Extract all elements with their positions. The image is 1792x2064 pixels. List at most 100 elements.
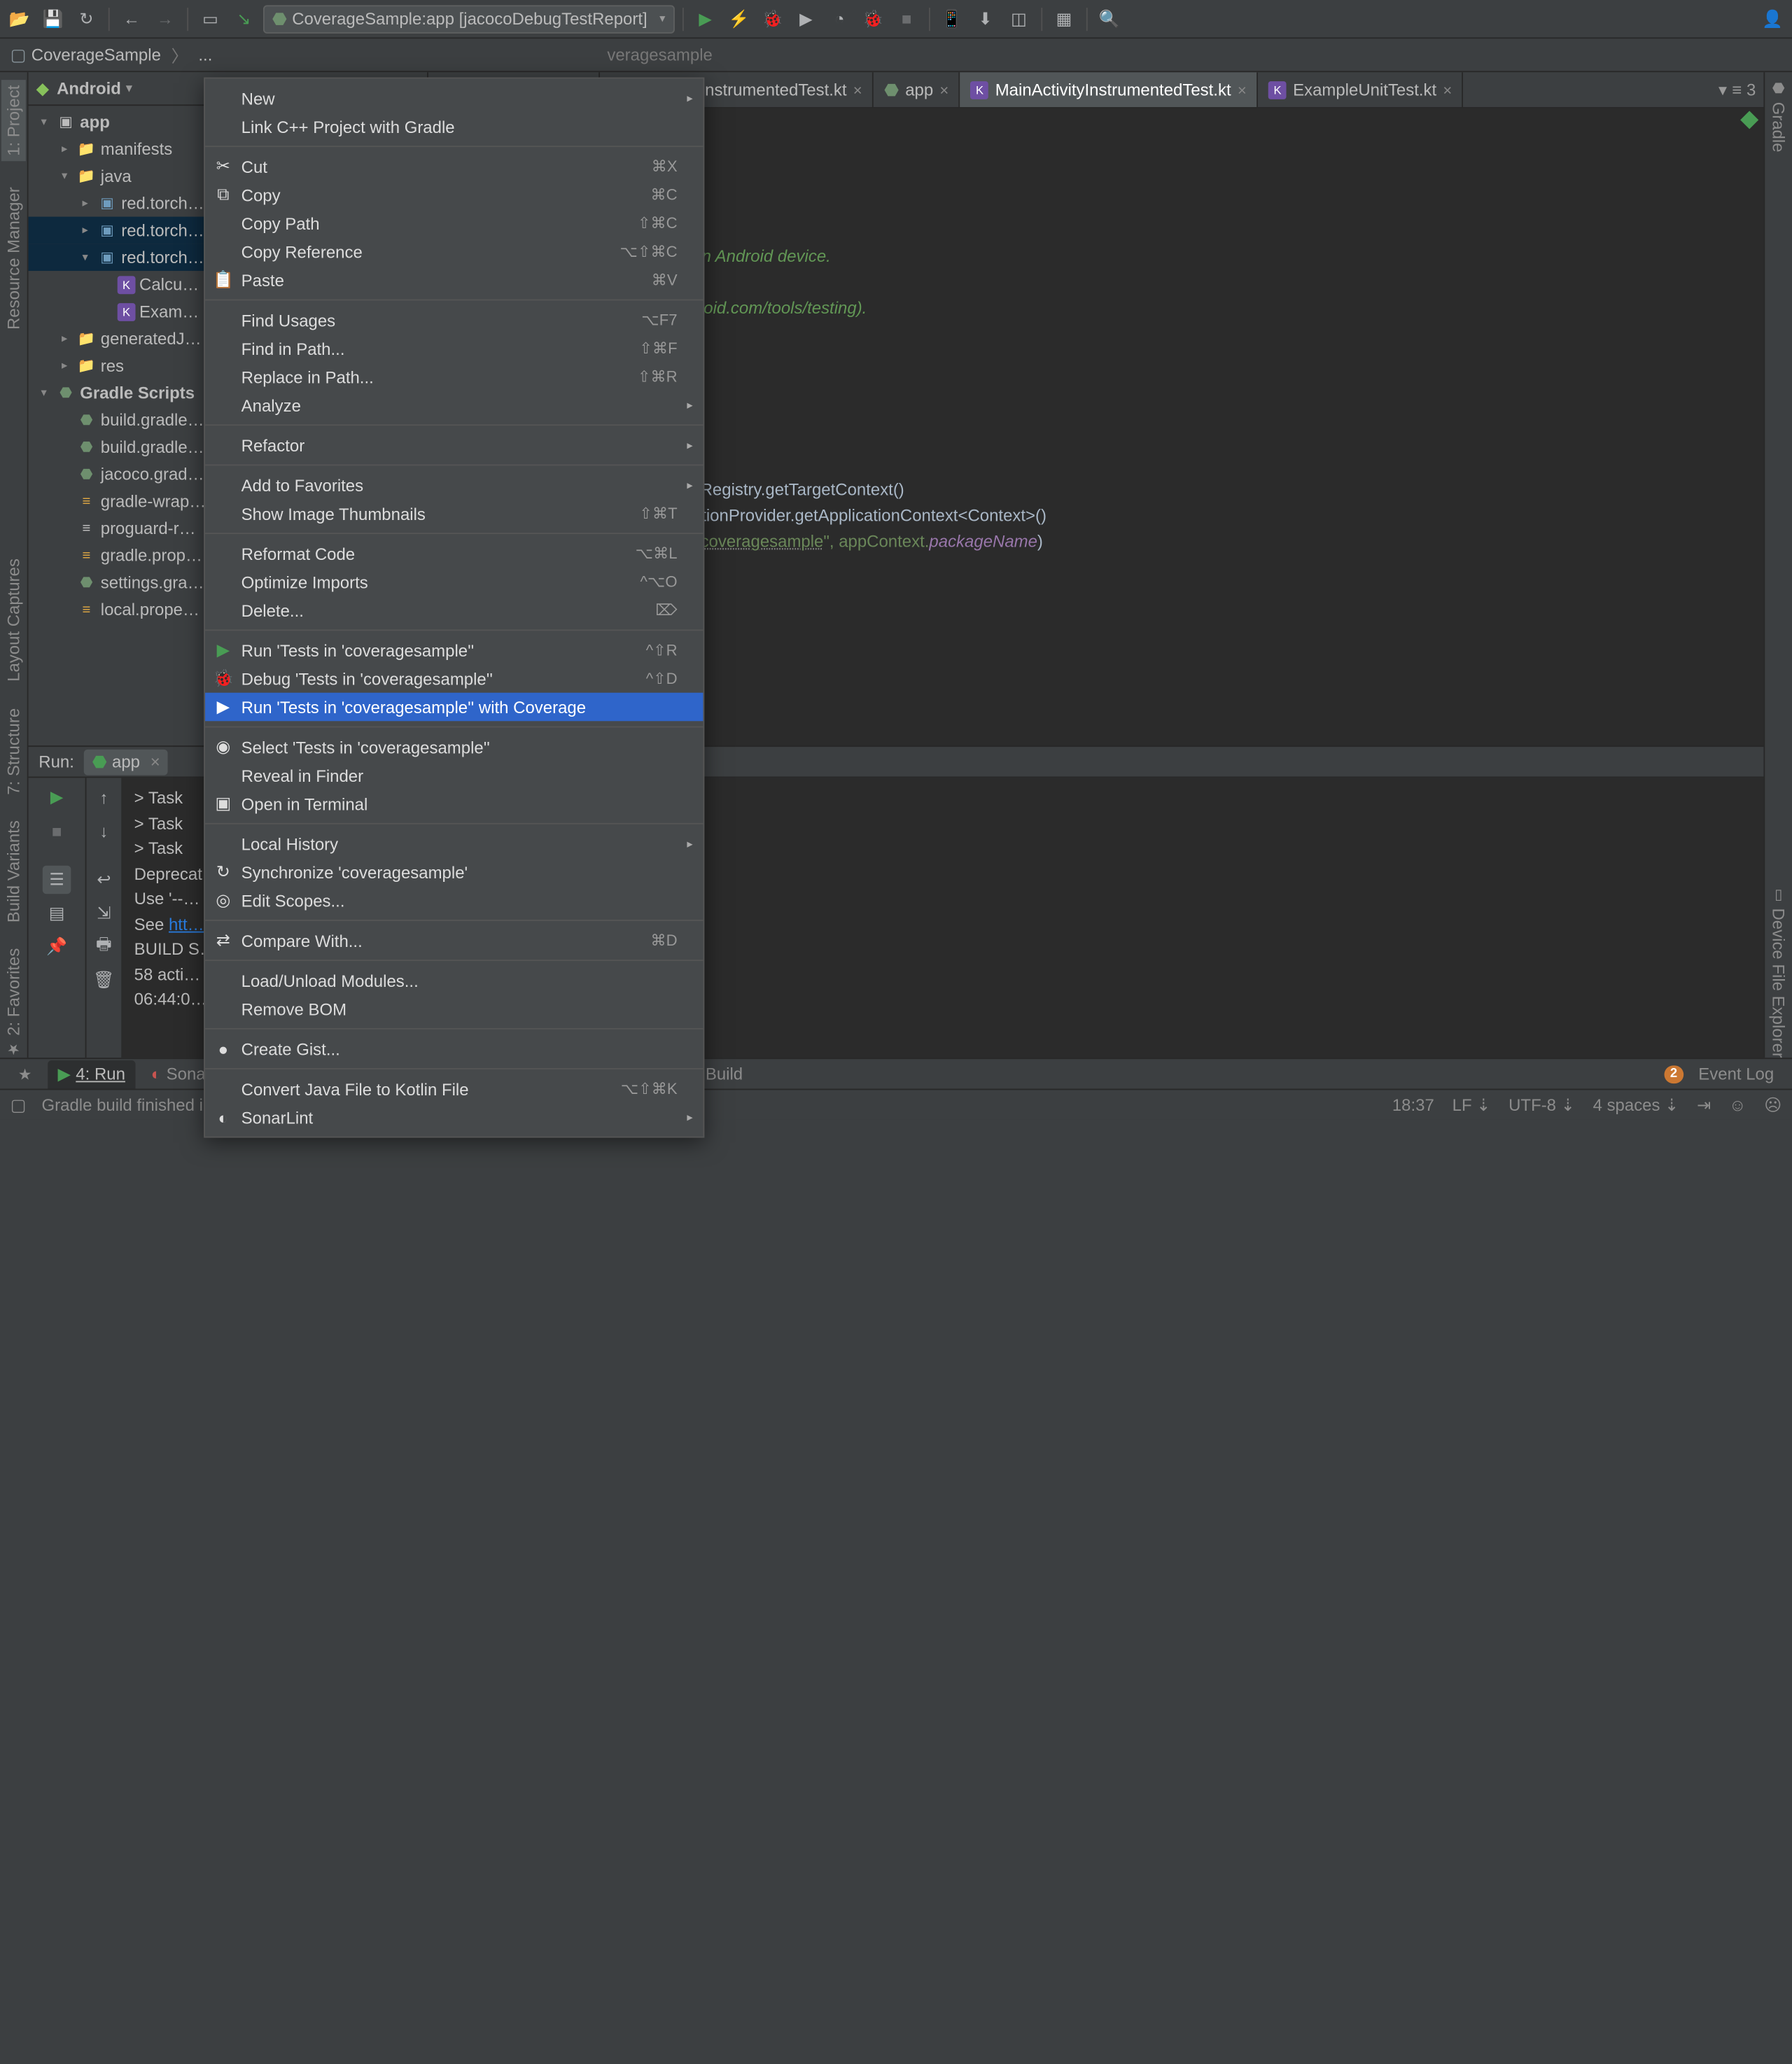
breadcrumb-more[interactable]: ...	[193, 43, 218, 67]
menu-item[interactable]: Remove BOM	[205, 995, 703, 1023]
print-icon[interactable]: 🖶	[90, 933, 118, 962]
editor-tab[interactable]: ⬣app×	[874, 72, 960, 107]
menu-item[interactable]: ⇄Compare With...⌘D	[205, 926, 703, 955]
gradle-tool-button[interactable]: ⬣ Gradle	[1769, 80, 1788, 152]
clear-icon[interactable]: 🗑	[90, 966, 118, 995]
menu-item-icon: ●	[213, 1039, 233, 1059]
stop-icon[interactable]: ■	[892, 4, 921, 33]
breadcrumb-root[interactable]: ▢CoverageSample	[5, 42, 166, 68]
scroll-icon[interactable]: ⇲	[90, 899, 118, 928]
structure-tool-button[interactable]: 7: Structure	[4, 708, 24, 794]
avd-icon[interactable]: 📱	[937, 4, 966, 33]
menu-item[interactable]: Find Usages⌥F7	[205, 306, 703, 335]
apply-changes-icon[interactable]: ⚡	[724, 4, 753, 33]
menu-item[interactable]: Copy Reference⌥⇧⌘C	[205, 237, 703, 266]
main-toolbar: 📂 💾 ↻ ← → ▭ ↘ ⬣ CoverageSample:app [jaco…	[0, 0, 1792, 38]
menu-item[interactable]: Optimize Imports^⌥O	[205, 568, 703, 596]
forward-icon[interactable]: →	[151, 4, 180, 33]
menu-item[interactable]: ↻Synchronize 'coveragesample'	[205, 858, 703, 887]
tab-list-icon[interactable]: ≡ 3	[1732, 80, 1756, 99]
menu-item-label: Paste	[241, 270, 284, 290]
menu-item[interactable]: Reformat Code⌥⌘L	[205, 539, 703, 568]
menu-item[interactable]: ▶Run 'Tests in 'coveragesample''^⇧R	[205, 636, 703, 665]
menu-item[interactable]: Link C++ Project with Gradle	[205, 112, 703, 141]
tool-window-icon[interactable]: ▢	[10, 1095, 27, 1115]
menu-item[interactable]: Find in Path...⇧⌘F	[205, 334, 703, 363]
menu-item[interactable]: ✂Cut⌘X	[205, 152, 703, 181]
layout-icon[interactable]: ▤	[43, 899, 71, 928]
editor-tab[interactable]: KMainActivityInstrumentedTest.kt×	[960, 72, 1258, 107]
menu-item[interactable]: Add to Favorites▸	[205, 471, 703, 500]
status-encoding[interactable]: UTF-8 ⇣	[1508, 1095, 1575, 1115]
menu-item[interactable]: ⧉Copy⌘C	[205, 181, 703, 209]
menu-item[interactable]: Delete...⌦	[205, 596, 703, 624]
tab-dropdown-icon[interactable]: ▾	[1718, 79, 1727, 99]
device-explorer-tool-button[interactable]: ▯ Device File Explorer	[1769, 886, 1788, 1058]
menu-item[interactable]: Reveal in Finder	[205, 761, 703, 789]
up-icon[interactable]: ↑	[90, 783, 118, 812]
sync-icon[interactable]: ↻	[72, 4, 101, 33]
structure-icon[interactable]: ▦	[1050, 4, 1079, 33]
pin-icon[interactable]: 📌	[43, 933, 71, 962]
sdk-icon[interactable]: ⬇	[971, 4, 1000, 33]
rerun-icon[interactable]: ▶	[43, 783, 71, 812]
close-run-tab-icon[interactable]: ×	[150, 752, 160, 771]
attach-icon[interactable]: 🐞	[859, 4, 888, 33]
face-warn-icon[interactable]: ☹	[1764, 1095, 1782, 1115]
build-icon[interactable]: ▭	[196, 4, 225, 33]
menu-item[interactable]: Refactor▸	[205, 431, 703, 460]
build-variants-tool-button[interactable]: Build Variants	[4, 820, 24, 922]
make-icon[interactable]: ↘	[230, 4, 258, 33]
resource-manager-tool-button[interactable]: Resource Manager	[4, 187, 24, 330]
face-ok-icon[interactable]: ☺	[1729, 1095, 1746, 1115]
soft-wrap-icon[interactable]: ↩	[90, 866, 118, 894]
menu-item[interactable]: ◎Edit Scopes...	[205, 886, 703, 915]
layout-icon[interactable]: ◫	[1004, 4, 1033, 33]
menu-item[interactable]: ▶Run 'Tests in 'coveragesample'' with Co…	[205, 693, 703, 722]
menu-item[interactable]: Local History▸	[205, 829, 703, 858]
favorite-star-icon[interactable]: ★	[8, 1061, 42, 1087]
coverage-icon[interactable]: ▶	[792, 4, 820, 33]
search-icon[interactable]: 🔍	[1095, 4, 1124, 33]
project-view-dropdown[interactable]: Android	[57, 78, 132, 98]
favorites-tool-button[interactable]: ★ 2: Favorites	[4, 948, 24, 1058]
filter-icon[interactable]: ☰	[43, 866, 71, 894]
avatar-icon[interactable]: 👤	[1758, 4, 1787, 33]
close-tab-icon[interactable]: ×	[1443, 80, 1452, 99]
status-indent[interactable]: 4 spaces ⇣	[1593, 1095, 1679, 1115]
status-line-sep[interactable]: LF ⇣	[1452, 1095, 1491, 1115]
layout-captures-tool-button[interactable]: Layout Captures	[4, 559, 24, 682]
menu-item[interactable]: Copy Path⇧⌘C	[205, 209, 703, 238]
menu-item[interactable]: Load/Unload Modules...	[205, 966, 703, 995]
save-icon[interactable]: 💾	[38, 4, 67, 33]
prop-icon: ≡	[76, 491, 97, 511]
menu-item-label: Open in Terminal	[241, 794, 368, 813]
open-icon[interactable]: 📂	[5, 4, 34, 33]
menu-item[interactable]: ●Create Gist...	[205, 1034, 703, 1063]
run-tab[interactable]: ▶4: Run	[48, 1060, 136, 1088]
down-icon[interactable]: ↓	[90, 817, 118, 845]
close-tab-icon[interactable]: ×	[853, 80, 862, 99]
close-tab-icon[interactable]: ×	[939, 80, 948, 99]
debug-icon[interactable]: 🐞	[758, 4, 787, 33]
status-tab-icon[interactable]: ⇥	[1697, 1095, 1711, 1115]
menu-item[interactable]: ◉Select 'Tests in 'coveragesample''	[205, 733, 703, 761]
stop-run-icon[interactable]: ■	[43, 817, 71, 845]
menu-item[interactable]: 🐞Debug 'Tests in 'coveragesample''^⇧D	[205, 664, 703, 693]
run-configuration-dropdown[interactable]: ⬣ CoverageSample:app [jacocoDebugTestRep…	[263, 4, 674, 33]
event-log-tab[interactable]: 2 Event Log	[1653, 1060, 1784, 1088]
menu-item[interactable]: ▣Open in Terminal	[205, 789, 703, 818]
menu-item[interactable]: Show Image Thumbnails⇧⌘T	[205, 499, 703, 528]
run-icon[interactable]: ▶	[691, 4, 720, 33]
back-icon[interactable]: ←	[118, 4, 146, 33]
menu-item[interactable]: Analyze▸	[205, 391, 703, 419]
close-tab-icon[interactable]: ×	[1238, 80, 1247, 99]
project-tool-button[interactable]: 1: Project	[1, 80, 26, 161]
menu-item[interactable]: 📋Paste⌘V	[205, 266, 703, 295]
editor-tab[interactable]: KExampleUnitTest.kt×	[1258, 72, 1464, 107]
menu-item[interactable]: Convert Java File to Kotlin File⌥⇧⌘K	[205, 1074, 703, 1103]
menu-item[interactable]: ◐SonarLint▸	[205, 1103, 703, 1132]
menu-item[interactable]: New▸	[205, 84, 703, 113]
profile-icon[interactable]: ◔	[825, 4, 854, 33]
menu-item[interactable]: Replace in Path...⇧⌘R	[205, 363, 703, 391]
